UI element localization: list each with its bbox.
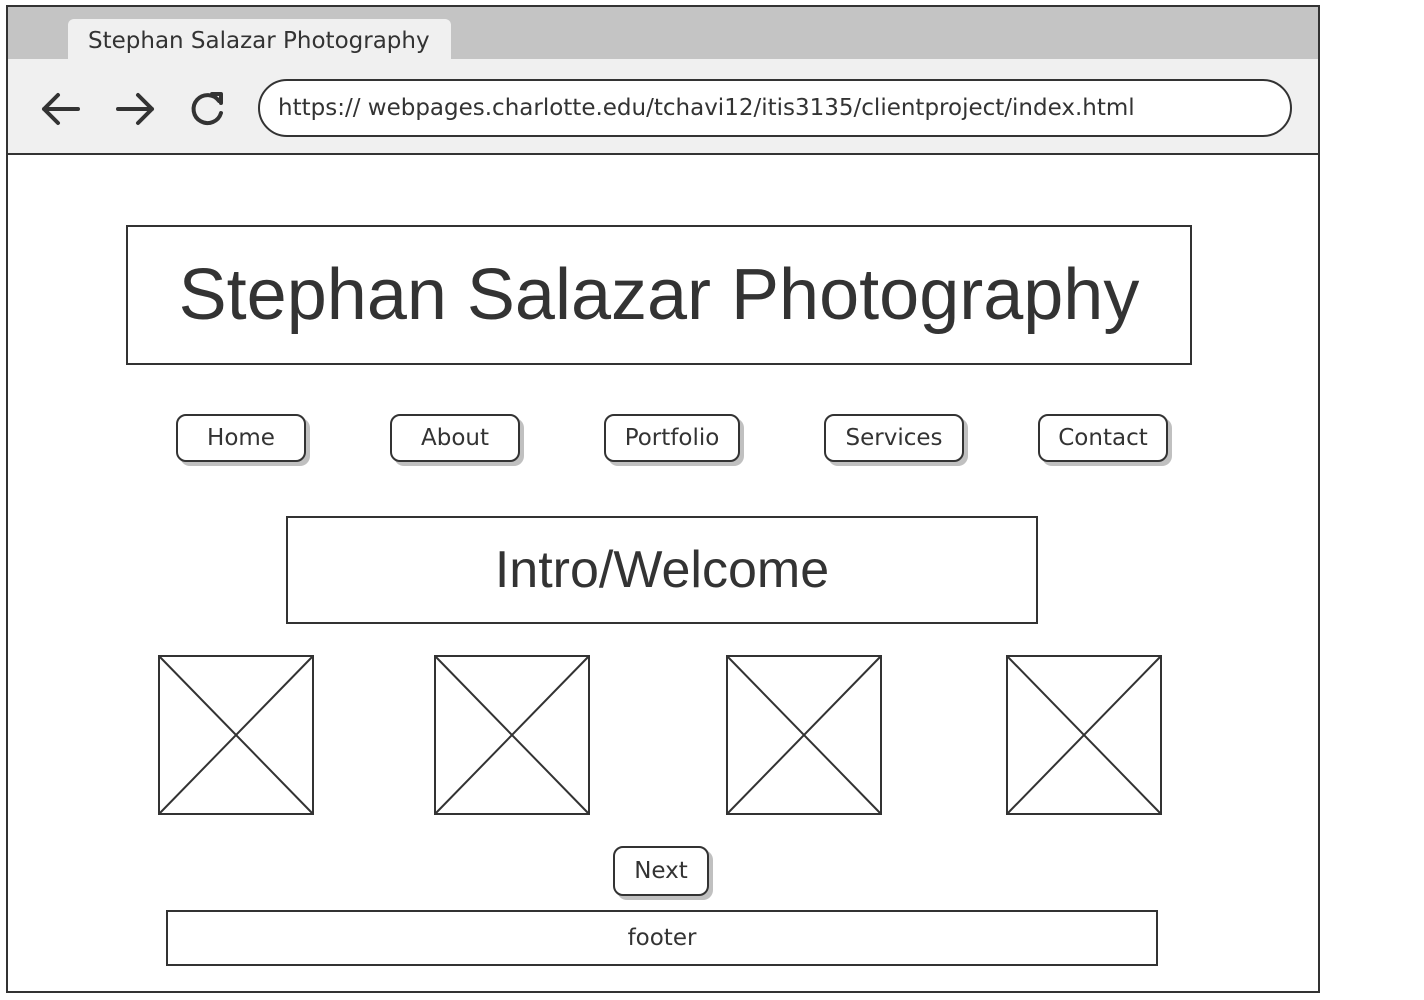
browser-window: Stephan Salazar Photography https:// web… — [6, 5, 1320, 993]
image-placeholder[interactable] — [1006, 655, 1162, 815]
image-placeholder[interactable] — [726, 655, 882, 815]
site-title: Stephan Salazar Photography — [126, 225, 1192, 365]
forward-arrow-icon[interactable] — [114, 89, 158, 129]
image-placeholder[interactable] — [434, 655, 590, 815]
image-placeholder[interactable] — [158, 655, 314, 815]
nav-services-button[interactable]: Services — [824, 414, 964, 462]
tab-title: Stephan Salazar Photography — [88, 28, 430, 54]
url-bar[interactable]: https:// webpages.charlotte.edu/tchavi12… — [258, 79, 1292, 137]
tab-strip: Stephan Salazar Photography — [8, 7, 1318, 59]
intro-welcome-section: Intro/Welcome — [286, 516, 1038, 624]
back-arrow-icon[interactable] — [38, 89, 82, 129]
nav-contact-button[interactable]: Contact — [1038, 414, 1168, 462]
nav-home-button[interactable]: Home — [176, 414, 306, 462]
footer: footer — [166, 910, 1158, 966]
browser-toolbar: https:// webpages.charlotte.edu/tchavi12… — [8, 59, 1318, 155]
site-title-text: Stephan Salazar Photography — [178, 255, 1140, 335]
reload-icon[interactable] — [186, 89, 230, 129]
nav-portfolio-button[interactable]: Portfolio — [604, 414, 740, 462]
next-button[interactable]: Next — [613, 846, 709, 896]
url-text: https:// webpages.charlotte.edu/tchavi12… — [278, 95, 1135, 121]
browser-tab[interactable]: Stephan Salazar Photography — [68, 19, 451, 59]
intro-welcome-text: Intro/Welcome — [494, 541, 830, 599]
nav-about-button[interactable]: About — [390, 414, 520, 462]
footer-text: footer — [627, 925, 697, 951]
page-content: Stephan Salazar Photography Home About P… — [8, 155, 1318, 991]
